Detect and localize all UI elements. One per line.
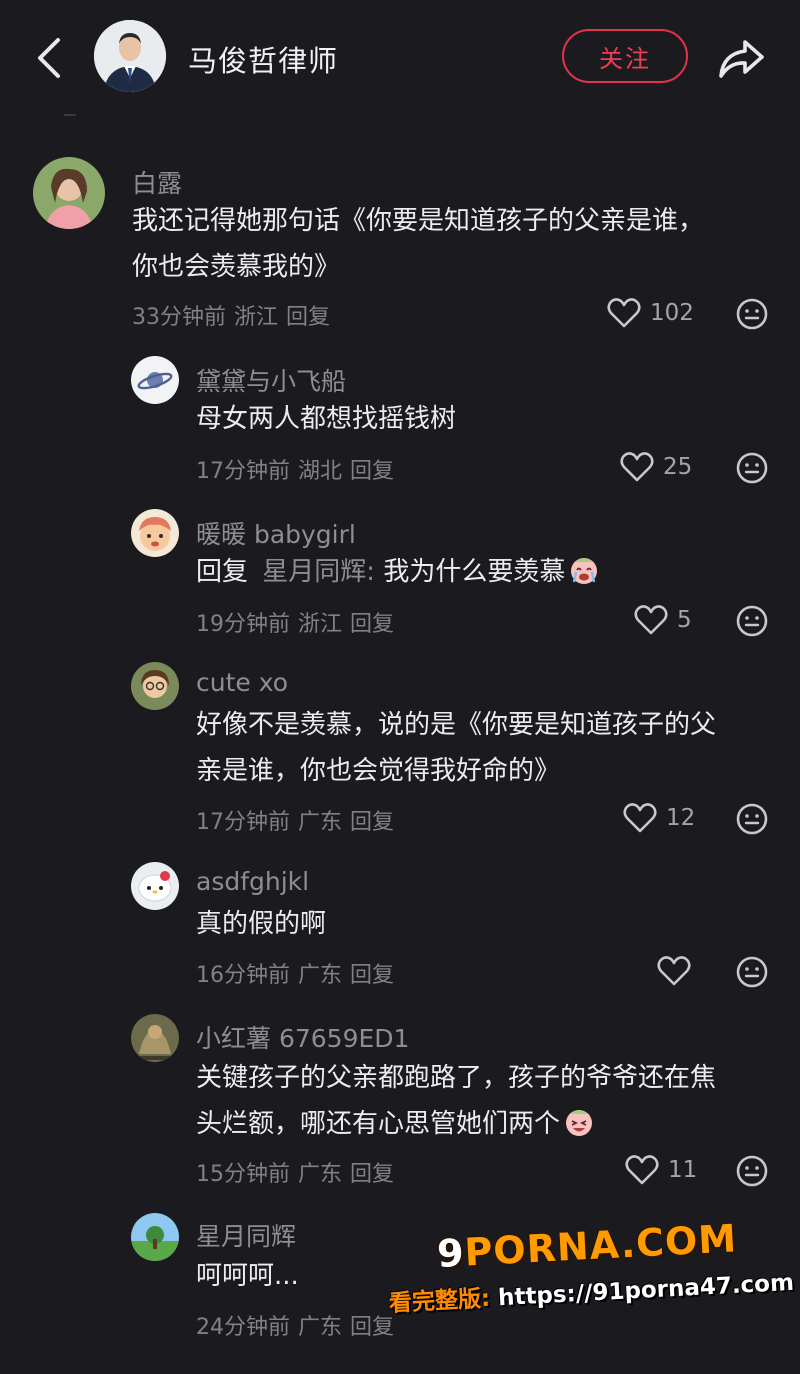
- comment-location: 广东: [298, 963, 343, 988]
- emoji-reaction-icon[interactable]: [735, 604, 769, 638]
- comment-location: 浙江: [234, 305, 279, 330]
- comment-username[interactable]: asdfghjkl: [196, 867, 309, 896]
- reply-button[interactable]: 回复: [350, 963, 394, 988]
- comment-meta: 16分钟前 广东 回复: [196, 957, 402, 989]
- comment-meta: 15分钟前 广东 回复: [196, 1156, 402, 1188]
- emoji-reaction-icon[interactable]: [735, 297, 769, 331]
- author-avatar[interactable]: [94, 20, 166, 92]
- emoji-reaction-icon[interactable]: [735, 955, 769, 989]
- heart-icon: [657, 956, 691, 986]
- heart-icon: [634, 605, 668, 635]
- comment-username[interactable]: 白露: [132, 164, 182, 200]
- comment-username[interactable]: 小红薯 67659ED1: [196, 1019, 409, 1055]
- like-button[interactable]: [657, 955, 700, 987]
- comment-text: 关键孩子的父亲都跑路了，孩子的爷爷还在焦 头烂额，哪还有心思管她们两个: [196, 1055, 716, 1153]
- like-count: 25: [663, 454, 693, 480]
- comment-username[interactable]: 星月同辉: [196, 1217, 296, 1253]
- comment-meta: 17分钟前 湖北 回复: [196, 453, 402, 485]
- top-bar: 马俊哲律师 关注: [0, 0, 800, 118]
- avatar[interactable]: [131, 862, 179, 910]
- comment-time: 33分钟前: [132, 305, 226, 330]
- emoji-reaction-icon[interactable]: [735, 802, 769, 836]
- avatar[interactable]: [131, 509, 179, 557]
- comment-time: 19分钟前: [196, 612, 290, 637]
- author-name: 马俊哲律师: [188, 44, 339, 78]
- emoji-reaction-icon[interactable]: [735, 451, 769, 485]
- comment-location: 广东: [298, 1162, 343, 1187]
- like-button[interactable]: 25: [620, 451, 692, 483]
- comment-text: 回复 星月同辉: 我为什么要羡慕: [196, 549, 601, 601]
- comment-meta: 19分钟前 浙江 回复: [196, 606, 402, 638]
- like-count: 102: [650, 300, 694, 326]
- comment-text: 母女两人都想找摇钱树: [196, 404, 457, 434]
- chevron-left-icon[interactable]: [30, 34, 70, 82]
- comment-username[interactable]: cute xo: [196, 668, 288, 697]
- watermark: 9PORNA.COM 看完整版: https://91porna47.com: [380, 1216, 800, 1374]
- reply-button[interactable]: 回复: [286, 305, 330, 330]
- comment-meta: 24分钟前 广东 回复: [196, 1309, 402, 1341]
- heart-icon: [625, 1155, 659, 1185]
- reply-target[interactable]: 星月同辉:: [262, 557, 375, 587]
- follow-button[interactable]: 关注: [562, 29, 688, 83]
- like-count: 5: [677, 607, 692, 633]
- reply-button[interactable]: 回复: [350, 612, 394, 637]
- like-count: 11: [668, 1157, 698, 1183]
- comment-time: 24分钟前: [196, 1315, 290, 1340]
- heart-icon: [607, 298, 641, 328]
- comment-text: 呵呵呵...: [196, 1261, 299, 1291]
- comment-username[interactable]: 黛黛与小飞船: [196, 362, 346, 398]
- emoji-reaction-icon[interactable]: [735, 1154, 769, 1188]
- like-button[interactable]: 12: [623, 802, 695, 834]
- laughing-emoji-icon: [562, 1104, 596, 1153]
- comment-meta: 17分钟前 广东 回复: [196, 804, 402, 836]
- comment-location: 广东: [298, 1315, 343, 1340]
- divider: [64, 114, 76, 116]
- comment-time: 16分钟前: [196, 963, 290, 988]
- comment-location: 湖北: [298, 459, 343, 484]
- avatar[interactable]: [33, 157, 105, 229]
- comment-meta: 33分钟前 浙江 回复: [132, 299, 338, 331]
- reply-button[interactable]: 回复: [350, 459, 394, 484]
- heart-icon: [623, 803, 657, 833]
- comment-text: 我还记得她那句话《你要是知道孩子的父亲是谁， 你也会羡慕我的》: [132, 206, 705, 282]
- like-button[interactable]: 5: [634, 604, 692, 636]
- like-button[interactable]: 11: [625, 1154, 697, 1186]
- share-arrow-icon[interactable]: [716, 36, 766, 80]
- comment-text: 好像不是羡慕，说的是《你要是知道孩子的父 亲是谁，你也会觉得我好命的》: [196, 710, 717, 786]
- reply-button[interactable]: 回复: [350, 1162, 394, 1187]
- comment-text: 真的假的啊: [196, 909, 327, 939]
- comment-location: 广东: [298, 810, 343, 835]
- crying-emoji-icon: [567, 552, 601, 601]
- comment-location: 浙江: [298, 612, 343, 637]
- heart-icon: [620, 452, 654, 482]
- comment-time: 17分钟前: [196, 810, 290, 835]
- comment-time: 17分钟前: [196, 459, 290, 484]
- like-count: 12: [666, 805, 696, 831]
- reply-button[interactable]: 回复: [350, 810, 394, 835]
- avatar[interactable]: [131, 356, 179, 404]
- avatar[interactable]: [131, 1014, 179, 1062]
- like-button[interactable]: 102: [607, 297, 694, 329]
- avatar[interactable]: [131, 1213, 179, 1261]
- comment-username[interactable]: 暖暖 babygirl: [196, 515, 356, 551]
- avatar[interactable]: [131, 662, 179, 710]
- comment-time: 15分钟前: [196, 1162, 290, 1187]
